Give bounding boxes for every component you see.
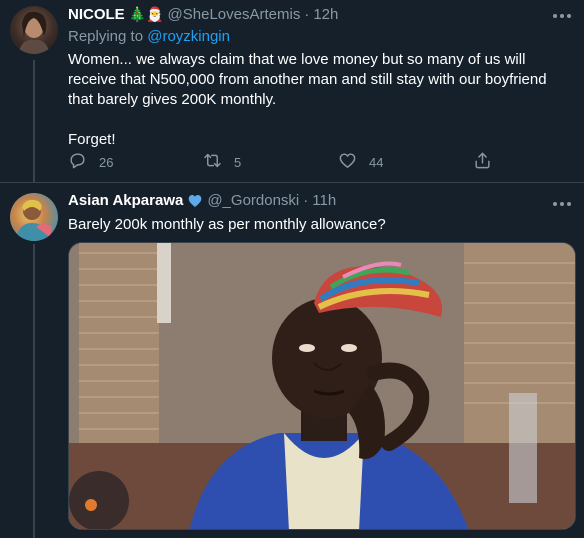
user-handle[interactable]: @_Gordonski bbox=[207, 192, 299, 209]
reply-count: 26 bbox=[99, 154, 114, 170]
display-name[interactable]: Asian Akparawa bbox=[68, 192, 183, 209]
avatar[interactable] bbox=[10, 193, 58, 241]
replying-mention-link[interactable]: @royzkingin bbox=[147, 28, 230, 45]
heart-icon bbox=[338, 151, 357, 173]
share-button[interactable] bbox=[473, 151, 492, 173]
replying-to: Replying to @royzkingin bbox=[68, 28, 230, 45]
retweet-button[interactable]: 5 bbox=[203, 151, 241, 173]
name-emojis: 🎄🎅 bbox=[128, 6, 164, 22]
avatar[interactable] bbox=[10, 6, 58, 54]
more-options-icon[interactable] bbox=[550, 8, 574, 24]
tweet-text: Barely 200k monthly as per monthly allow… bbox=[68, 216, 386, 233]
tweet-header: NICOLE 🎄🎅 @SheLovesArtemis · 12h bbox=[68, 6, 338, 23]
reply-icon bbox=[68, 151, 87, 173]
timestamp[interactable]: 12h bbox=[313, 6, 338, 23]
like-count: 44 bbox=[369, 154, 384, 170]
more-options-icon[interactable] bbox=[550, 196, 574, 212]
reply-button[interactable]: 26 bbox=[68, 151, 113, 173]
display-name[interactable]: NICOLE bbox=[68, 6, 125, 23]
replying-prefix: Replying to bbox=[68, 28, 144, 45]
meme-photo bbox=[69, 243, 575, 529]
tweet-actions: 26 5 44 bbox=[68, 151, 498, 175]
blue-heart-icon bbox=[187, 193, 203, 209]
tweet-nicole[interactable]: NICOLE 🎄🎅 @SheLovesArtemis · 12h Replyin… bbox=[0, 0, 584, 182]
timestamp[interactable]: 11h bbox=[312, 192, 336, 209]
like-button[interactable]: 44 bbox=[338, 151, 383, 173]
retweet-icon bbox=[203, 151, 222, 173]
tweet-text: Women... we always claim that we love mo… bbox=[68, 51, 547, 148]
tweet-media-photo[interactable] bbox=[68, 242, 576, 530]
retweet-count: 5 bbox=[234, 154, 242, 170]
tweet-header: Asian Akparawa @_Gordonski · 11h bbox=[68, 192, 336, 209]
separator: · bbox=[304, 6, 310, 23]
user-handle[interactable]: @SheLovesArtemis bbox=[168, 6, 301, 23]
separator: · bbox=[303, 192, 309, 209]
share-icon bbox=[473, 151, 492, 173]
